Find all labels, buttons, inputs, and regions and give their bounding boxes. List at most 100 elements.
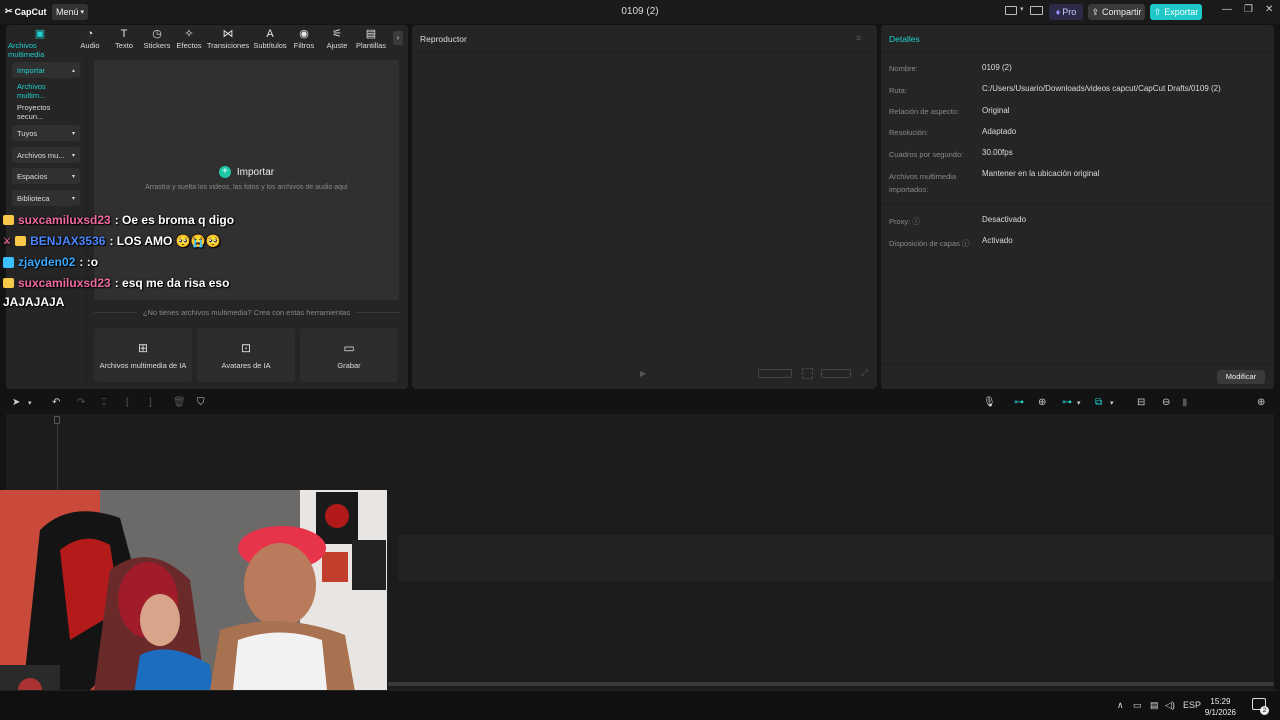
snap-icon[interactable]: ⊕ (1038, 397, 1046, 408)
track-area[interactable] (398, 535, 1274, 581)
chat-text: : :o (79, 255, 99, 269)
camera-icon: ▭ (343, 340, 355, 355)
maximize-icon[interactable]: ❐ (1244, 4, 1253, 15)
subtitle-track-icon[interactable]: ⊟ (1137, 397, 1145, 408)
chevron-up-icon[interactable]: ∧ (1117, 700, 1124, 711)
details-footer-divider (881, 364, 1274, 365)
chevron-down-icon[interactable]: ▾ (28, 399, 32, 407)
detail-label: Relación de aspecto: (889, 107, 960, 116)
close-icon[interactable]: ✕ (1265, 4, 1273, 15)
detail-label: Nombre: (889, 64, 918, 73)
tab-filters[interactable]: ◉ Filtros (292, 28, 316, 50)
tab-transitions[interactable]: ⋈ Transiciones (207, 28, 249, 50)
sidebar-item-projects[interactable]: Proyectos secun... (12, 103, 80, 121)
chat-message: zjayden02 : :o (3, 255, 98, 269)
chevron-down-icon: ▾ (71, 195, 75, 202)
select-tool-icon[interactable]: ➤ (12, 397, 20, 408)
info-icon[interactable]: ⓘ (912, 217, 920, 226)
details-panel: Detalles Nombre: 0109 (2) Ruta: C:/Users… (881, 25, 1274, 389)
tab-templates[interactable]: ▤ Plantillas (355, 28, 387, 50)
tab-subtitles[interactable]: A Subtítulos (252, 28, 288, 50)
export-icon: ⇧ (1153, 6, 1162, 17)
chevron-down-icon[interactable]: ▾ (1110, 399, 1114, 407)
sidebar-item-spaces[interactable]: Espacios ▾ (12, 168, 80, 184)
text-icon: T (120, 28, 128, 40)
chat-message: suxcamiluxsd23 : Oe es broma q digo (3, 213, 234, 227)
playhead[interactable] (57, 424, 58, 494)
detail-value: Original (982, 106, 1010, 115)
sidebar-item-import[interactable]: Importar ▴ (12, 62, 80, 78)
info-icon[interactable]: ⓘ (962, 239, 970, 248)
audio-icon: ◔ (86, 28, 94, 40)
import-title[interactable]: + Importar (94, 166, 399, 178)
chevron-right-icon[interactable]: › (393, 31, 403, 45)
modify-button[interactable]: Modificar (1217, 370, 1265, 384)
detail-label: Archivos multimedia importados: (889, 172, 957, 194)
chevron-down-icon[interactable]: ▾ (1020, 5, 1024, 13)
keyboard-icon[interactable] (1030, 6, 1043, 15)
redo-icon[interactable]: ↷ (77, 397, 85, 408)
ai-media-card[interactable]: ⊞ Archivos multimedia de IA (94, 328, 192, 382)
battery-icon[interactable]: ▤ (1150, 700, 1159, 711)
microphone-icon[interactable]: 🎙 (983, 397, 996, 408)
pro-button[interactable]: ♦ Pro (1049, 4, 1083, 20)
chevron-up-icon: ▴ (71, 67, 75, 74)
timeline-scrollbar[interactable] (388, 682, 1274, 686)
bits-badge-icon (3, 256, 14, 268)
tab-audio[interactable]: ◔ Audio (78, 28, 102, 50)
magnet-icon[interactable]: ⊶ (1062, 397, 1072, 408)
chevron-down-icon[interactable]: ▾ (1077, 399, 1081, 407)
tab-text[interactable]: T Texto (110, 28, 138, 50)
play-icon[interactable]: ▶ (640, 369, 646, 378)
export-button[interactable]: ⇧ Exportar (1150, 4, 1202, 20)
layers-label: Disposición de capas ⓘ (889, 239, 970, 248)
split-left-icon[interactable]: [ (126, 397, 129, 408)
tab-media[interactable]: ▣ Archivos multimedia (8, 28, 72, 59)
tab-adjust[interactable]: ⚟ Ajuste (324, 28, 350, 50)
ai-avatars-card[interactable]: ⊡ Avatares de IA (197, 328, 295, 382)
webcam-image (0, 490, 387, 720)
minimize-icon[interactable]: — (1222, 4, 1232, 15)
split-right-icon[interactable]: ] (149, 397, 152, 408)
notification-badge: 2 (1260, 706, 1269, 715)
quality-icon[interactable] (821, 369, 851, 378)
ratio-icon[interactable] (758, 369, 792, 378)
player-title: Reproductor (420, 34, 467, 44)
undo-icon[interactable]: ↶ (52, 397, 60, 408)
network-icon[interactable]: ▭ (1133, 700, 1142, 711)
sidebar-item-media[interactable]: Archivos multim... (12, 82, 80, 100)
tab-stickers[interactable]: ◷ Stickers (142, 28, 172, 50)
sidebar-item-yours[interactable]: Tuyos ▾ (12, 125, 80, 141)
zoom-out-icon[interactable]: ⊖ (1162, 397, 1170, 408)
hamburger-icon[interactable]: ≡ (856, 33, 861, 43)
shield-icon[interactable]: ⛉ (197, 397, 205, 408)
chat-text: : LOS AMO 🥺😭🥺 (109, 234, 221, 248)
layout-icon[interactable] (1005, 6, 1017, 15)
chat-text: JAJAJAJA (3, 295, 65, 309)
zoom-in-icon[interactable]: ⊕ (1257, 397, 1265, 408)
import-subtitle: Arrastra y suelta los videos, las fotos … (145, 184, 348, 191)
link-icon[interactable]: ⊶ (1014, 397, 1024, 408)
playhead-handle[interactable] (54, 416, 60, 424)
record-card[interactable]: ▭ Grabar (300, 328, 398, 382)
tab-effects[interactable]: ✧ Efectos (174, 28, 204, 50)
zoom-slider[interactable]: ▮ (1182, 397, 1188, 408)
preview-axis-icon[interactable]: ⧉ (1095, 397, 1102, 408)
import-dropzone[interactable]: + Importar Arrastra y suelta los videos,… (94, 60, 399, 300)
crop-icon[interactable] (802, 368, 813, 379)
templates-icon: ▤ (365, 28, 377, 40)
clock[interactable]: 15:29 9/1/2026 (1205, 696, 1236, 718)
filters-icon: ◉ (299, 28, 309, 40)
volume-icon[interactable]: ◁) (1165, 700, 1175, 711)
detail-label: Ruta: (889, 86, 907, 95)
delete-icon[interactable]: 🗑 (173, 397, 186, 408)
proxy-label: Proxy: ⓘ (889, 217, 920, 226)
details-header-divider (881, 51, 1274, 52)
language-indicator[interactable]: ESP (1183, 700, 1201, 710)
fullscreen-icon[interactable]: ⤢ (861, 367, 868, 378)
sidebar-item-library[interactable]: Biblioteca ▾ (12, 190, 80, 206)
sidebar-item-media-lib[interactable]: Archivos mu... ▾ (12, 147, 80, 163)
share-button[interactable]: ⇪ Compartir (1088, 4, 1145, 20)
split-icon[interactable]: ⌶ (101, 397, 107, 408)
adjust-icon: ⚟ (332, 28, 342, 40)
